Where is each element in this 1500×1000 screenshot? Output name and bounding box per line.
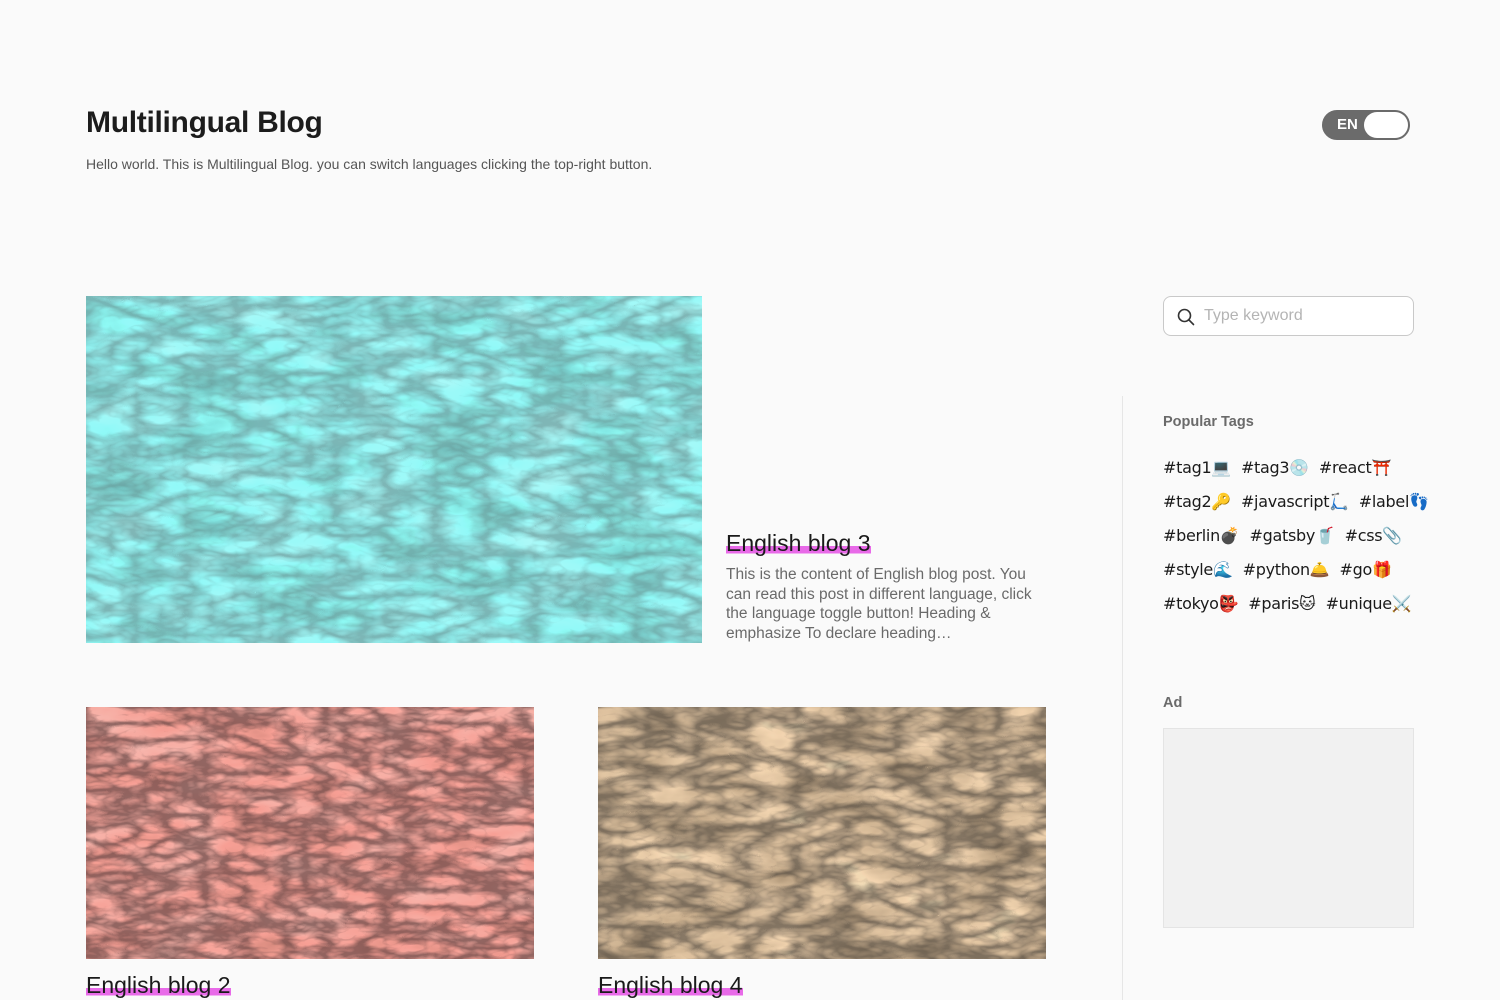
search-icon — [1177, 308, 1195, 326]
tag-link[interactable]: #tag1💻 — [1163, 458, 1231, 477]
site-description: Hello world. This is Multilingual Blog. … — [86, 156, 653, 172]
search-box[interactable] — [1163, 296, 1414, 336]
site-title[interactable]: Multilingual Blog — [86, 106, 323, 140]
search-input[interactable] — [1204, 305, 1404, 327]
featured-post-title[interactable]: English blog 3 — [726, 530, 871, 556]
ad-heading: Ad — [1163, 695, 1183, 711]
tag-link[interactable]: #tag2🔑 — [1163, 492, 1231, 511]
tag-link[interactable]: #gatsby🥤 — [1250, 526, 1335, 545]
post-card-image[interactable] — [598, 707, 1046, 959]
tag-link[interactable]: #css📎 — [1345, 526, 1403, 545]
tag-link[interactable]: #label👣 — [1359, 492, 1429, 511]
tag-link[interactable]: #style🌊 — [1163, 560, 1233, 579]
tag-list: #tag1💻 #tag3💿 #react⛩️ #tag2🔑 #javascrip… — [1163, 450, 1429, 620]
tag-link[interactable]: #react⛩️ — [1319, 458, 1391, 477]
tag-row: #tag1💻 #tag3💿 #react⛩️ — [1163, 450, 1423, 484]
tag-link[interactable]: #javascript🛴 — [1241, 492, 1349, 511]
featured-post-excerpt: This is the content of English blog post… — [726, 566, 1032, 642]
tag-link[interactable]: #tag3💿 — [1241, 458, 1309, 477]
tag-link[interactable]: #unique⚔️ — [1326, 594, 1412, 613]
tag-link[interactable]: #go🎁 — [1340, 560, 1392, 579]
page: Multilingual Blog Hello world. This is M… — [0, 0, 1500, 1000]
tag-link[interactable]: #python🛎️ — [1243, 560, 1330, 579]
featured-post-text: English blog 3 This is the content of En… — [726, 530, 1046, 643]
tag-row: #tag2🔑 #javascript🛴 #label👣 — [1163, 484, 1429, 518]
language-label: EN — [1337, 116, 1358, 133]
post-card-image[interactable] — [86, 707, 534, 959]
featured-post-image[interactable] — [86, 296, 702, 643]
tag-link[interactable]: #tokyo👺 — [1163, 594, 1239, 613]
tag-link[interactable]: #berlin💣 — [1163, 526, 1240, 545]
post-card-title-wrap: English blog 2 — [86, 972, 231, 999]
tag-row: #style🌊 #python🛎️ #go🎁 — [1163, 552, 1423, 586]
post-card-title-wrap: English blog 4 — [598, 972, 743, 999]
sidebar-divider — [1122, 396, 1123, 1000]
tag-row: #tokyo👺 #paris🐱 #unique⚔️ — [1163, 586, 1423, 620]
language-toggle[interactable]: EN — [1322, 110, 1410, 140]
popular-tags-heading: Popular Tags — [1163, 414, 1254, 430]
toggle-knob — [1364, 112, 1408, 138]
post-card-title[interactable]: English blog 4 — [598, 972, 743, 998]
ad-placeholder[interactable] — [1163, 728, 1414, 928]
post-card-title[interactable]: English blog 2 — [86, 972, 231, 998]
tag-link[interactable]: #paris🐱 — [1248, 594, 1316, 613]
tag-row: #berlin💣 #gatsby🥤 #css📎 — [1163, 518, 1423, 552]
